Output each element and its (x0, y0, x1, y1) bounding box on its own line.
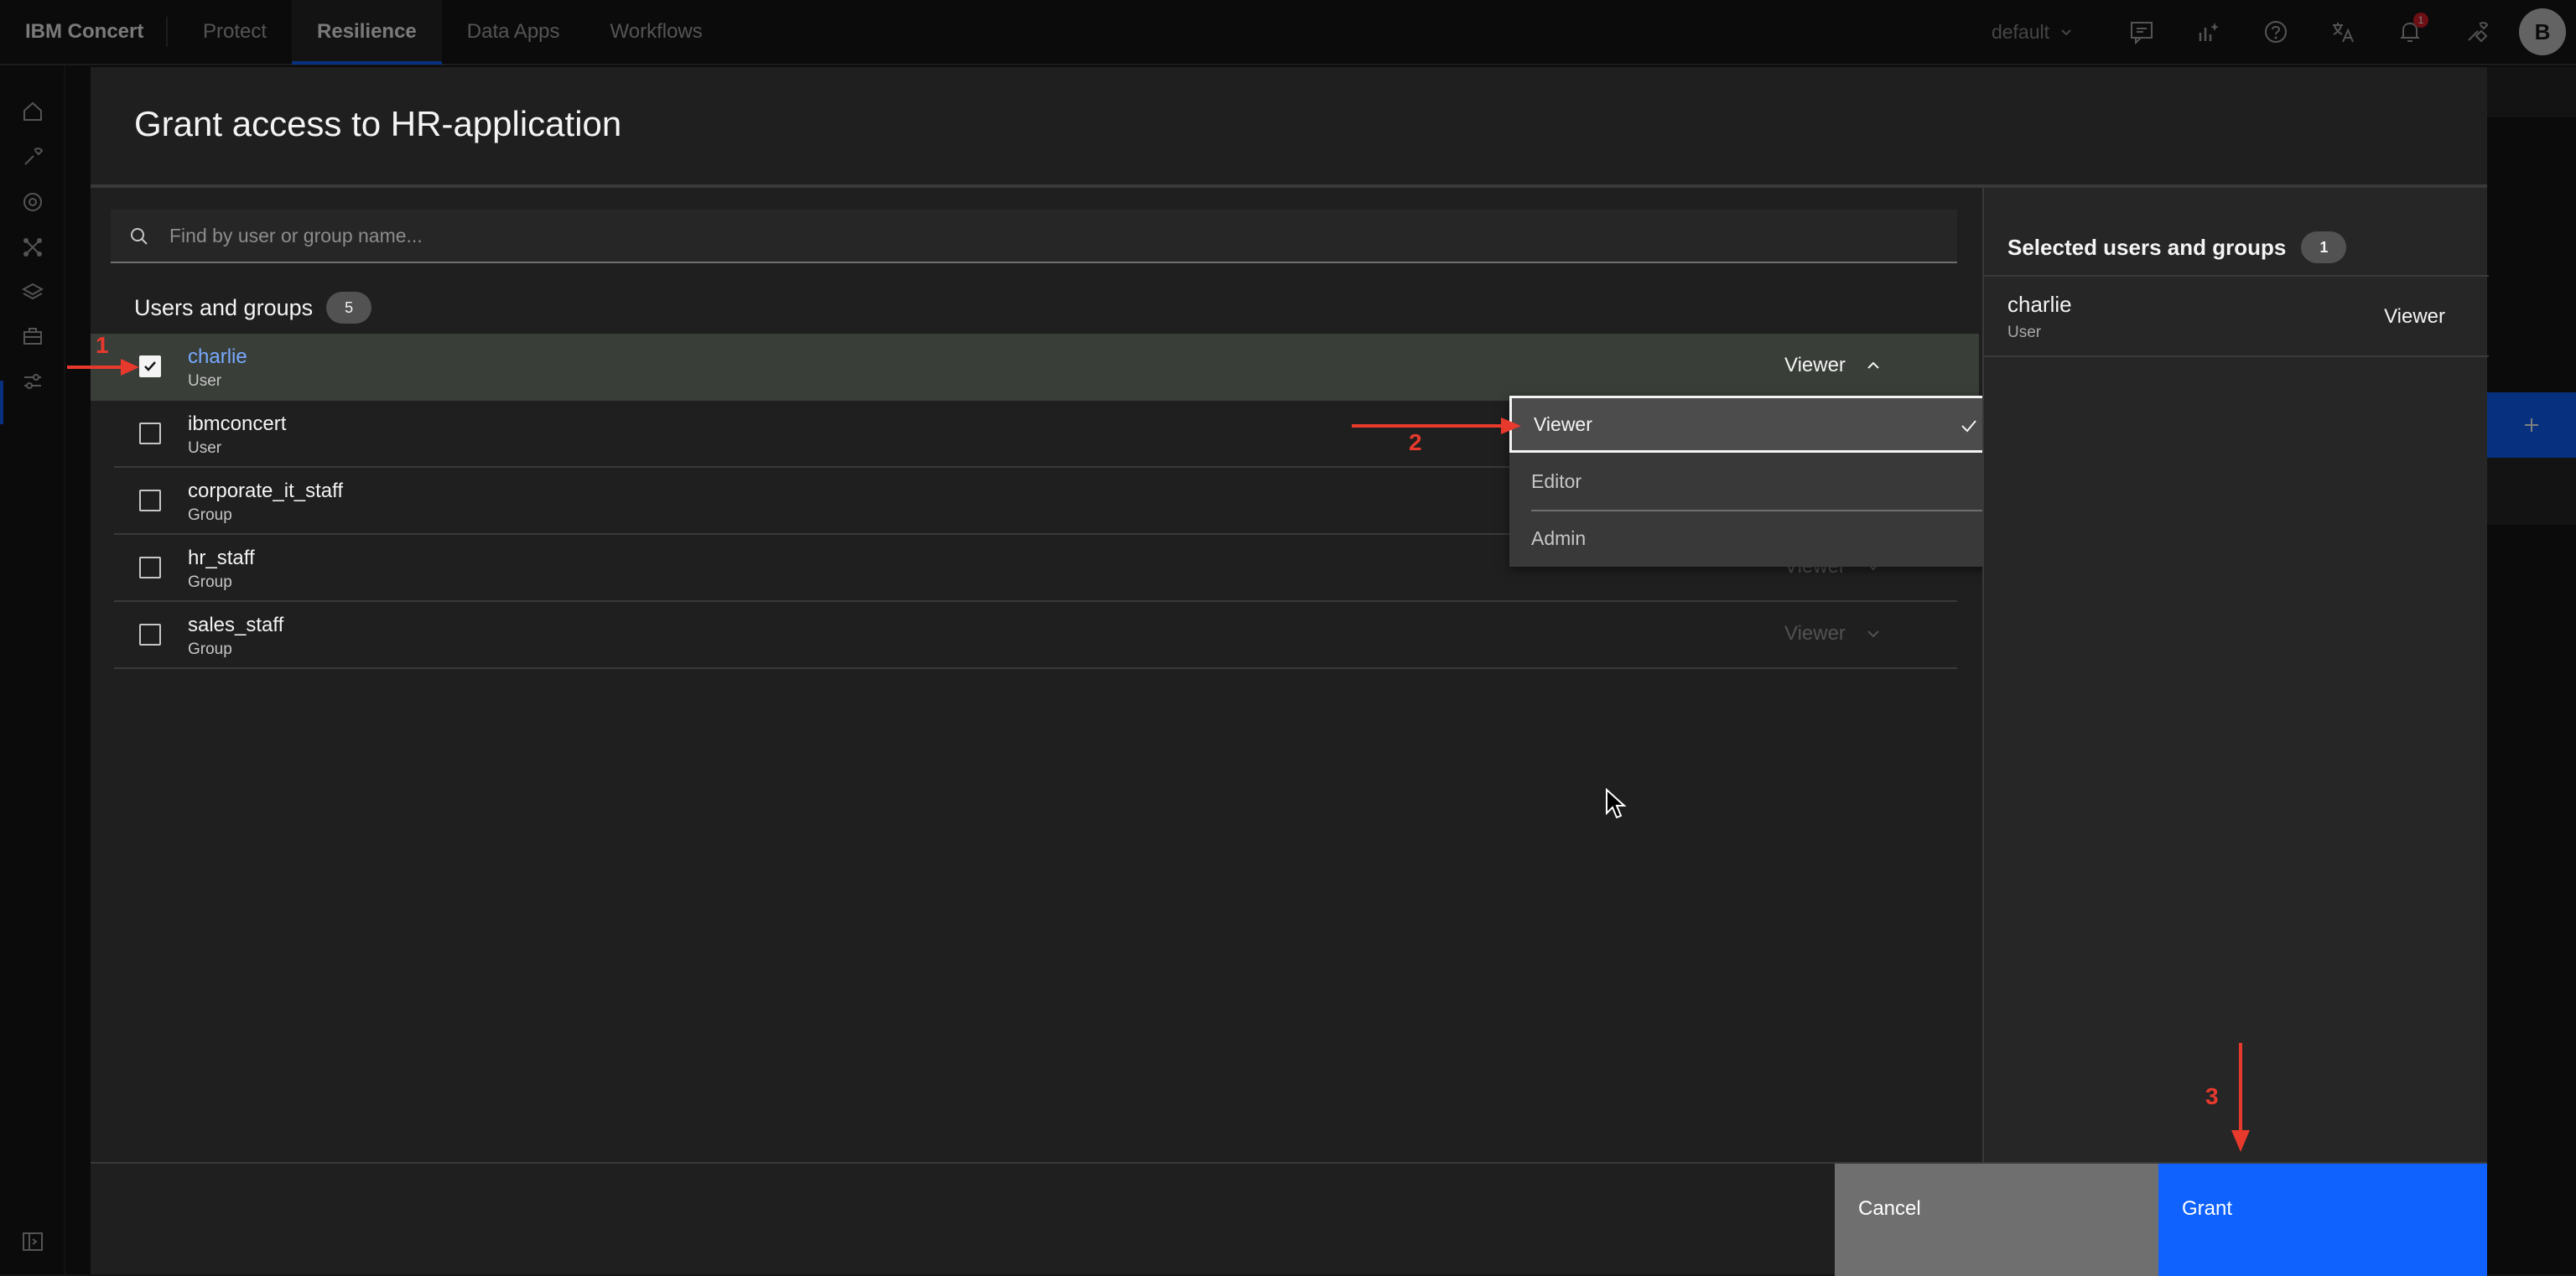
list-count-badge: 5 (326, 292, 372, 324)
group-row-sales-staff[interactable]: sales_staff Group Viewer (114, 602, 1957, 669)
row-checkbox[interactable] (139, 624, 161, 646)
selected-title: Selected users and groups (2007, 234, 2287, 260)
row-type: Group (188, 506, 232, 524)
selected-item-charlie: charlie User Viewer (1984, 277, 2489, 357)
row-name: sales_staff (188, 614, 284, 636)
checkmark-icon (1961, 420, 1976, 433)
search-input[interactable] (168, 223, 1957, 248)
list-header: Users and groups 5 (134, 292, 372, 324)
annotation-number-2: 2 (1409, 429, 1422, 455)
option-label: Editor (1531, 469, 1582, 492)
chevron-down-icon (1867, 630, 1879, 638)
checkmark-icon (144, 361, 156, 371)
chevron-up-icon (1867, 361, 1879, 369)
role-option-viewer[interactable]: Viewer (1509, 396, 2004, 453)
list-title: Users and groups (134, 294, 314, 320)
row-name[interactable]: charlie (188, 345, 247, 369)
row-type: Group (188, 641, 232, 658)
selected-panel: Selected users and groups 1 charlie User… (1982, 188, 2489, 1162)
row-checkbox[interactable] (139, 557, 161, 578)
user-row-charlie[interactable]: charlie User Viewer (91, 334, 1979, 401)
row-checkbox[interactable] (139, 423, 161, 444)
role-dropdown: Viewer (1784, 622, 1881, 646)
grant-button[interactable]: Grant (2158, 1164, 2487, 1276)
option-label: Viewer (1534, 412, 1592, 435)
selected-name: charlie (2007, 292, 2072, 317)
role-value: Viewer (1784, 354, 1846, 376)
annotation-number-1: 1 (96, 332, 109, 358)
selected-role: Viewer (2384, 305, 2445, 328)
search-icon (131, 228, 148, 245)
annotation-number-3: 3 (2205, 1083, 2219, 1109)
role-dropdown-menu: Viewer Editor Admin (1509, 396, 2004, 567)
role-option-editor[interactable]: Editor (1509, 453, 2004, 510)
grant-access-modal: Grant access to HR-application Users and… (91, 67, 2489, 1276)
role-option-admin[interactable]: Admin (1509, 510, 2004, 567)
row-name: corporate_it_staff (188, 480, 344, 502)
row-type: Group (188, 573, 232, 591)
row-name: hr_staff (188, 547, 255, 569)
mouse-cursor-icon (1606, 788, 1627, 819)
row-type: User (188, 439, 222, 457)
search-field[interactable] (111, 210, 1957, 263)
selected-type: User (2007, 324, 2042, 341)
row-name: ibmconcert (188, 412, 287, 435)
modal-title: Grant access to HR-application (134, 104, 622, 143)
role-value: Viewer (1784, 622, 1846, 645)
row-checkbox[interactable] (139, 490, 161, 511)
row-checkbox[interactable] (139, 355, 161, 377)
selected-count-badge: 1 (2301, 231, 2347, 263)
selected-panel-header: Selected users and groups 1 (2007, 231, 2347, 263)
cancel-button[interactable]: Cancel (1835, 1164, 2158, 1276)
row-type: User (188, 372, 222, 390)
role-dropdown[interactable]: Viewer (1784, 354, 1881, 377)
option-label: Admin (1531, 526, 1587, 549)
modal-footer: Cancel Grant (91, 1162, 2487, 1276)
